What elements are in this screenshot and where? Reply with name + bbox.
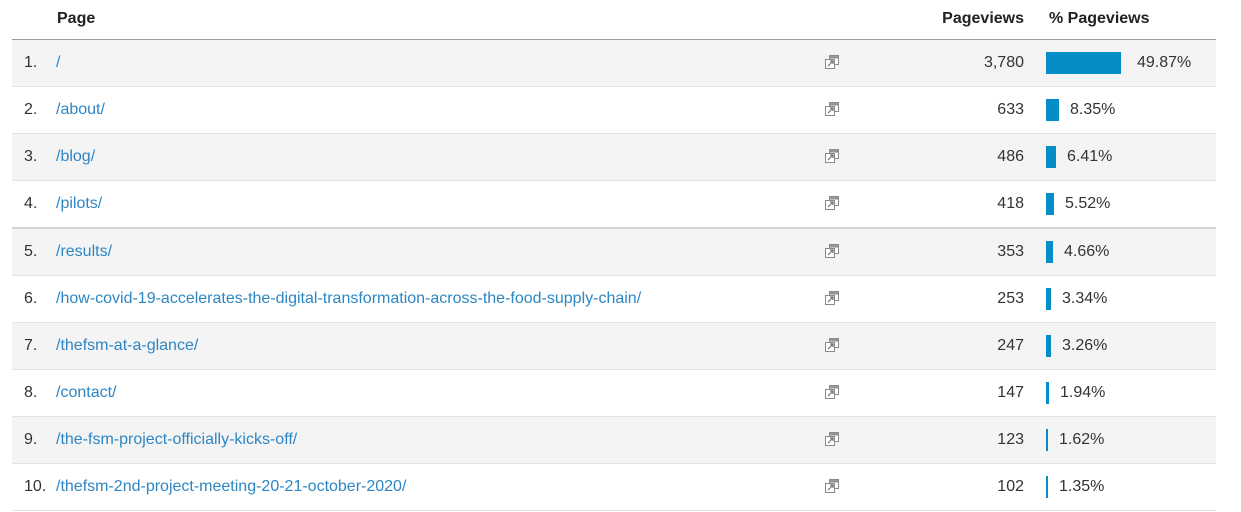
row-pct-pageviews: 1.35% xyxy=(1059,478,1105,495)
column-header-pct-pageviews[interactable]: % Pageviews xyxy=(1049,10,1150,28)
row-pct-pageviews: 5.52% xyxy=(1065,195,1111,212)
pct-bar xyxy=(1046,99,1059,121)
table-row: 6. /how-covid-19-accelerates-the-digital… xyxy=(12,276,1216,323)
page-link[interactable]: /pilots/ xyxy=(56,195,102,213)
table-row: 1. / 3,780 49.87% xyxy=(12,40,1216,87)
row-rank: 1. xyxy=(24,54,38,71)
table-body: 1. / 3,780 49.87% 2. /about/ 633 8.35% 3… xyxy=(12,40,1216,511)
row-rank: 10. xyxy=(24,478,47,495)
row-pageviews: 253 xyxy=(997,290,1024,307)
row-rank: 3. xyxy=(24,148,38,165)
open-in-new-window-icon[interactable] xyxy=(824,431,840,447)
table-row: 10. /thefsm-2nd-project-meeting-20-21-oc… xyxy=(12,464,1216,511)
pct-bar xyxy=(1046,335,1051,357)
open-in-new-window-icon[interactable] xyxy=(824,54,840,70)
table-header: Page Pageviews % Pageviews xyxy=(12,0,1216,40)
row-pageviews: 633 xyxy=(997,101,1024,118)
page-link[interactable]: /results/ xyxy=(56,243,112,261)
table-row: 2. /about/ 633 8.35% xyxy=(12,87,1216,134)
pct-bar xyxy=(1046,382,1049,404)
row-pageviews: 123 xyxy=(997,431,1024,448)
row-pct-pageviews: 1.62% xyxy=(1059,431,1105,448)
table-row: 3. /blog/ 486 6.41% xyxy=(12,134,1216,181)
page-link[interactable]: /how-covid-19-accelerates-the-digital-tr… xyxy=(56,290,641,308)
pct-bar xyxy=(1046,52,1121,74)
row-rank: 8. xyxy=(24,384,38,401)
row-rank: 4. xyxy=(24,195,38,212)
table-row: 5. /results/ 353 4.66% xyxy=(12,229,1216,276)
row-rank: 5. xyxy=(24,243,38,260)
row-pct-pageviews: 6.41% xyxy=(1067,148,1113,165)
table-row: 4. /pilots/ 418 5.52% xyxy=(12,181,1216,229)
open-in-new-window-icon[interactable] xyxy=(824,148,840,164)
pct-bar xyxy=(1046,476,1048,498)
row-pct-pageviews: 3.34% xyxy=(1062,290,1108,307)
row-pageviews: 247 xyxy=(997,337,1024,354)
page-link[interactable]: /contact/ xyxy=(56,384,116,402)
row-rank: 9. xyxy=(24,431,38,448)
pct-bar xyxy=(1046,429,1048,451)
page-link[interactable]: /thefsm-2nd-project-meeting-20-21-octobe… xyxy=(56,478,406,496)
row-pct-pageviews: 49.87% xyxy=(1137,54,1192,71)
open-in-new-window-icon[interactable] xyxy=(824,195,840,211)
pct-bar xyxy=(1046,288,1051,310)
row-pageviews: 486 xyxy=(997,148,1024,165)
row-rank: 7. xyxy=(24,337,38,354)
open-in-new-window-icon[interactable] xyxy=(824,290,840,306)
row-pageviews: 418 xyxy=(997,195,1024,212)
pct-bar xyxy=(1046,241,1053,263)
pct-bar xyxy=(1046,193,1054,215)
open-in-new-window-icon[interactable] xyxy=(824,243,840,259)
row-pct-pageviews: 1.94% xyxy=(1060,384,1106,401)
pct-bar xyxy=(1046,146,1056,168)
page-link[interactable]: /blog/ xyxy=(56,148,95,166)
row-pct-pageviews: 4.66% xyxy=(1064,243,1110,260)
open-in-new-window-icon[interactable] xyxy=(824,337,840,353)
column-header-pageviews[interactable]: Pageviews xyxy=(942,10,1024,28)
row-pageviews: 102 xyxy=(997,478,1024,495)
open-in-new-window-icon[interactable] xyxy=(824,101,840,117)
row-pageviews: 353 xyxy=(997,243,1024,260)
page-link[interactable]: / xyxy=(56,54,60,72)
row-pct-pageviews: 8.35% xyxy=(1070,101,1116,118)
open-in-new-window-icon[interactable] xyxy=(824,384,840,400)
table-row: 9. /the-fsm-project-officially-kicks-off… xyxy=(12,417,1216,464)
table-row: 7. /thefsm-at-a-glance/ 247 3.26% xyxy=(12,323,1216,370)
row-rank: 6. xyxy=(24,290,38,307)
page-link[interactable]: /thefsm-at-a-glance/ xyxy=(56,337,198,355)
top-pages-table: Page Pageviews % Pageviews 1. / 3,780 49… xyxy=(12,0,1216,511)
row-pageviews: 147 xyxy=(997,384,1024,401)
row-rank: 2. xyxy=(24,101,38,118)
table-row: 8. /contact/ 147 1.94% xyxy=(12,370,1216,417)
row-pct-pageviews: 3.26% xyxy=(1062,337,1108,354)
row-pageviews: 3,780 xyxy=(983,54,1024,71)
page-link[interactable]: /about/ xyxy=(56,101,105,119)
open-in-new-window-icon[interactable] xyxy=(824,478,840,494)
page-link[interactable]: /the-fsm-project-officially-kicks-off/ xyxy=(56,431,297,449)
column-header-page[interactable]: Page xyxy=(57,10,95,28)
